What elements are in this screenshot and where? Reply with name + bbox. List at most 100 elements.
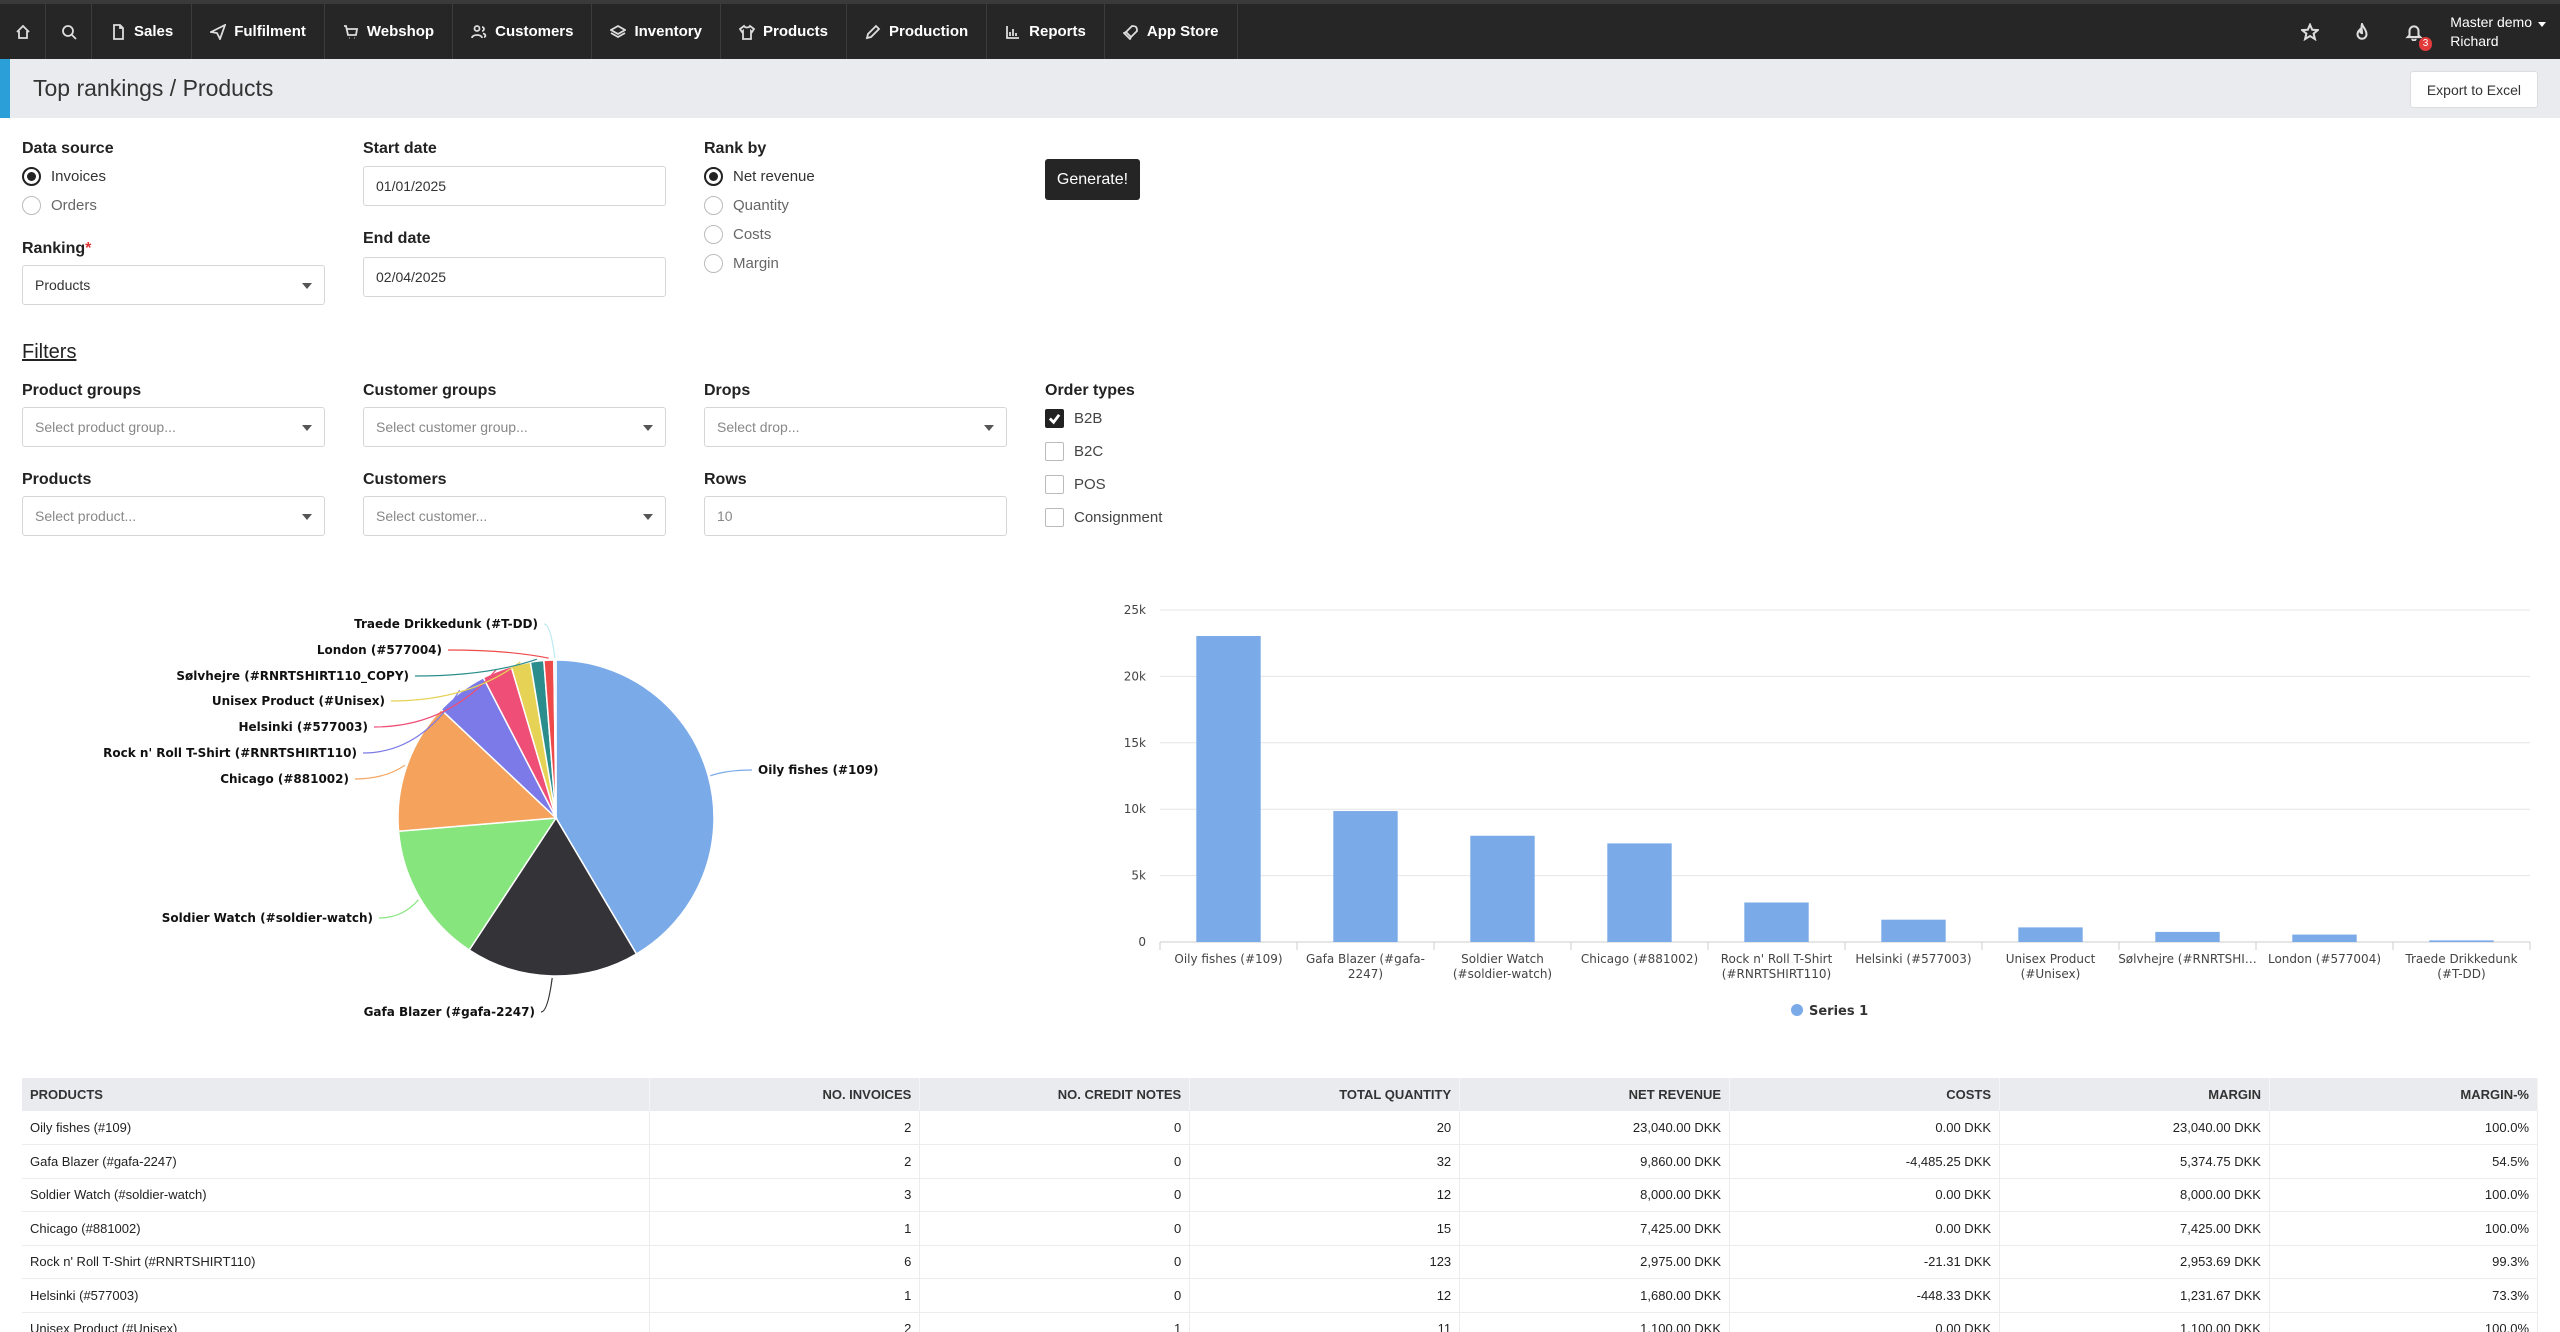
table-cell: 5,374.75 DKK xyxy=(1999,1144,2270,1179)
legend-marker xyxy=(1791,1004,1803,1016)
table-row[interactable]: Helsinki (#577003) 1 0 12 1,680.00 DKK -448.3… xyxy=(22,1278,2539,1313)
cart-icon xyxy=(343,24,358,39)
bar-rock-n-roll-t-shirt-rnrtshirt110 xyxy=(1744,902,1809,942)
table-cell: -448.33 DKK xyxy=(1729,1278,2001,1313)
nav-item-app-store[interactable]: App Store xyxy=(1105,4,1238,59)
radio-orders[interactable]: Orders xyxy=(22,196,97,215)
flame-icon[interactable] xyxy=(2336,22,2388,41)
user-menu[interactable]: Master demo Richard xyxy=(2440,13,2560,51)
start-date-input[interactable]: 01/01/2025 xyxy=(363,166,666,206)
chart-icon xyxy=(1006,25,1020,39)
table-cell: 0 xyxy=(919,1278,1191,1313)
column-header-no-invoices[interactable]: NO. INVOICES xyxy=(649,1078,921,1111)
table-cell: 100.0% xyxy=(2269,1312,2539,1332)
table-cell: 8,000.00 DKK xyxy=(1999,1178,2270,1212)
table-row[interactable]: Oily fishes (#109) 2 0 20 23,040.00 DKK 0.00 … xyxy=(22,1111,2539,1145)
nav-item-label: Webshop xyxy=(366,23,435,40)
ranking-label: Ranking* xyxy=(22,240,92,257)
pie-label: Unisex Product (#Unisex) xyxy=(212,694,385,708)
table-cell: 2 xyxy=(649,1144,921,1179)
product-groups-select[interactable]: Select product group... xyxy=(22,407,325,447)
column-header-no-credit-notes[interactable]: NO. CREDIT NOTES xyxy=(919,1078,1191,1111)
nav-item-reports[interactable]: Reports xyxy=(987,4,1105,59)
table-cell: Helsinki (#577003) xyxy=(22,1278,651,1313)
x-tick-label: London (#577004) xyxy=(2268,952,2381,966)
checkbox-b2b[interactable]: B2B xyxy=(1045,409,1102,428)
table-row[interactable]: Rock n' Roll T-Shirt (#RNRTSHIRT110) 6 0 12… xyxy=(22,1245,2539,1279)
export-to-excel-button[interactable]: Export to Excel xyxy=(2409,71,2538,108)
radio-margin[interactable]: Margin xyxy=(704,254,779,273)
table-cell: 0 xyxy=(919,1144,1191,1179)
table-cell: 100.0% xyxy=(2269,1111,2539,1145)
table-cell: 0.00 DKK xyxy=(1729,1211,2001,1246)
ranking-select[interactable]: Products xyxy=(22,265,325,305)
document-icon xyxy=(113,23,124,40)
checkbox-pos[interactable]: POS xyxy=(1045,475,1106,494)
table-cell: 1 xyxy=(649,1278,921,1313)
nav-item-webshop[interactable]: Webshop xyxy=(325,4,454,59)
column-header-total-quantity[interactable]: TOTAL QUANTITY xyxy=(1189,1078,1461,1111)
table-cell: 0.00 DKK xyxy=(1729,1312,2001,1332)
table-row[interactable]: Chicago (#881002) 1 0 15 7,425.00 DKK 0.00 DK… xyxy=(22,1211,2539,1246)
radio-quantity[interactable]: Quantity xyxy=(704,196,789,215)
column-header-net-revenue[interactable]: NET REVENUE xyxy=(1459,1078,1731,1111)
table-cell: 0.00 DKK xyxy=(1729,1111,2001,1145)
x-tick-label: Oily fishes (#109) xyxy=(1174,952,1282,966)
checkbox-unchecked xyxy=(1045,442,1064,461)
home-icon[interactable] xyxy=(0,4,46,59)
rows-input[interactable]: 10 xyxy=(704,496,1007,536)
customers-select[interactable]: Select customer... xyxy=(363,496,666,536)
x-tick-label: Traede Drikkedunk xyxy=(2404,952,2517,966)
radio-net-revenue[interactable]: Net revenue xyxy=(704,167,815,186)
y-tick-label: 5k xyxy=(1131,869,1146,883)
bell-icon[interactable]: 3 xyxy=(2388,23,2440,51)
table-cell: 7,425.00 DKK xyxy=(1999,1211,2270,1246)
nav-item-customers[interactable]: Customers xyxy=(453,4,593,59)
table-row[interactable]: Soldier Watch (#soldier-watch) 3 0 12 8,000.… xyxy=(22,1178,2539,1212)
column-header-costs[interactable]: COSTS xyxy=(1729,1078,2001,1111)
customer-groups-select[interactable]: Select customer group... xyxy=(363,407,666,447)
y-tick-label: 15k xyxy=(1124,736,1146,750)
pie-connector xyxy=(710,769,753,777)
pie-label: Sølvhejre (#RNRTSHIRT110_COPY) xyxy=(176,669,409,684)
x-tick-label: (#soldier-watch) xyxy=(1453,967,1552,981)
table-row[interactable]: Gafa Blazer (#gafa-2247) 2 0 32 9,860.00 DKK… xyxy=(22,1144,2539,1179)
user-name: Richard xyxy=(2450,32,2499,49)
nav-item-products[interactable]: Products xyxy=(721,4,847,59)
generate-button[interactable]: Generate! xyxy=(1045,159,1140,200)
star-icon[interactable] xyxy=(2284,22,2336,41)
check-icon xyxy=(1048,413,1061,425)
radio-invoices[interactable]: Invoices xyxy=(22,167,106,186)
products-select[interactable]: Select product... xyxy=(22,496,325,536)
checkbox-consignment[interactable]: Consignment xyxy=(1045,508,1162,527)
table-cell: 1 xyxy=(919,1312,1191,1332)
table-row[interactable]: Unisex Product (#Unisex) 2 1 11 1,100.00 DKK… xyxy=(22,1312,2539,1332)
y-tick-label: 0 xyxy=(1138,935,1146,949)
nav-item-label: Products xyxy=(762,23,828,40)
nav-item-sales[interactable]: Sales xyxy=(92,4,193,59)
column-header-margin[interactable]: MARGIN-% xyxy=(2269,1078,2539,1111)
column-header-products[interactable]: PRODUCTS xyxy=(22,1078,651,1111)
table-cell: 1,231.67 DKK xyxy=(1999,1278,2270,1313)
bar-chicago-881002 xyxy=(1607,843,1672,942)
end-date-input[interactable]: 02/04/2025 xyxy=(363,257,666,297)
filters-heading: Filters xyxy=(22,341,77,363)
drops-select[interactable]: Select drop... xyxy=(704,407,1007,447)
nav-item-inventory[interactable]: Inventory xyxy=(592,4,721,59)
caret-down-icon xyxy=(302,425,312,431)
top-navigation: Sales Fulfilment Webshop Customers Inventory… xyxy=(0,0,2560,59)
checkbox-b2c[interactable]: B2C xyxy=(1045,442,1103,461)
table-cell: Soldier Watch (#soldier-watch) xyxy=(22,1178,651,1212)
nav-item-fulfilment[interactable]: Fulfilment xyxy=(192,4,325,59)
caret-down-icon xyxy=(643,425,653,431)
search-icon[interactable] xyxy=(46,4,92,59)
radio-dot xyxy=(704,254,723,273)
nav-item-label: App Store xyxy=(1146,23,1219,40)
column-header-margin[interactable]: MARGIN xyxy=(1999,1078,2270,1111)
nav-item-production[interactable]: Production xyxy=(847,4,988,59)
table-cell: 54.5% xyxy=(2269,1144,2539,1179)
table-cell: 2,975.00 DKK xyxy=(1459,1245,1731,1279)
radio-costs[interactable]: Costs xyxy=(704,225,771,244)
nav-item-label: Reports xyxy=(1029,23,1086,40)
table-cell: 0.00 DKK xyxy=(1729,1178,2001,1212)
